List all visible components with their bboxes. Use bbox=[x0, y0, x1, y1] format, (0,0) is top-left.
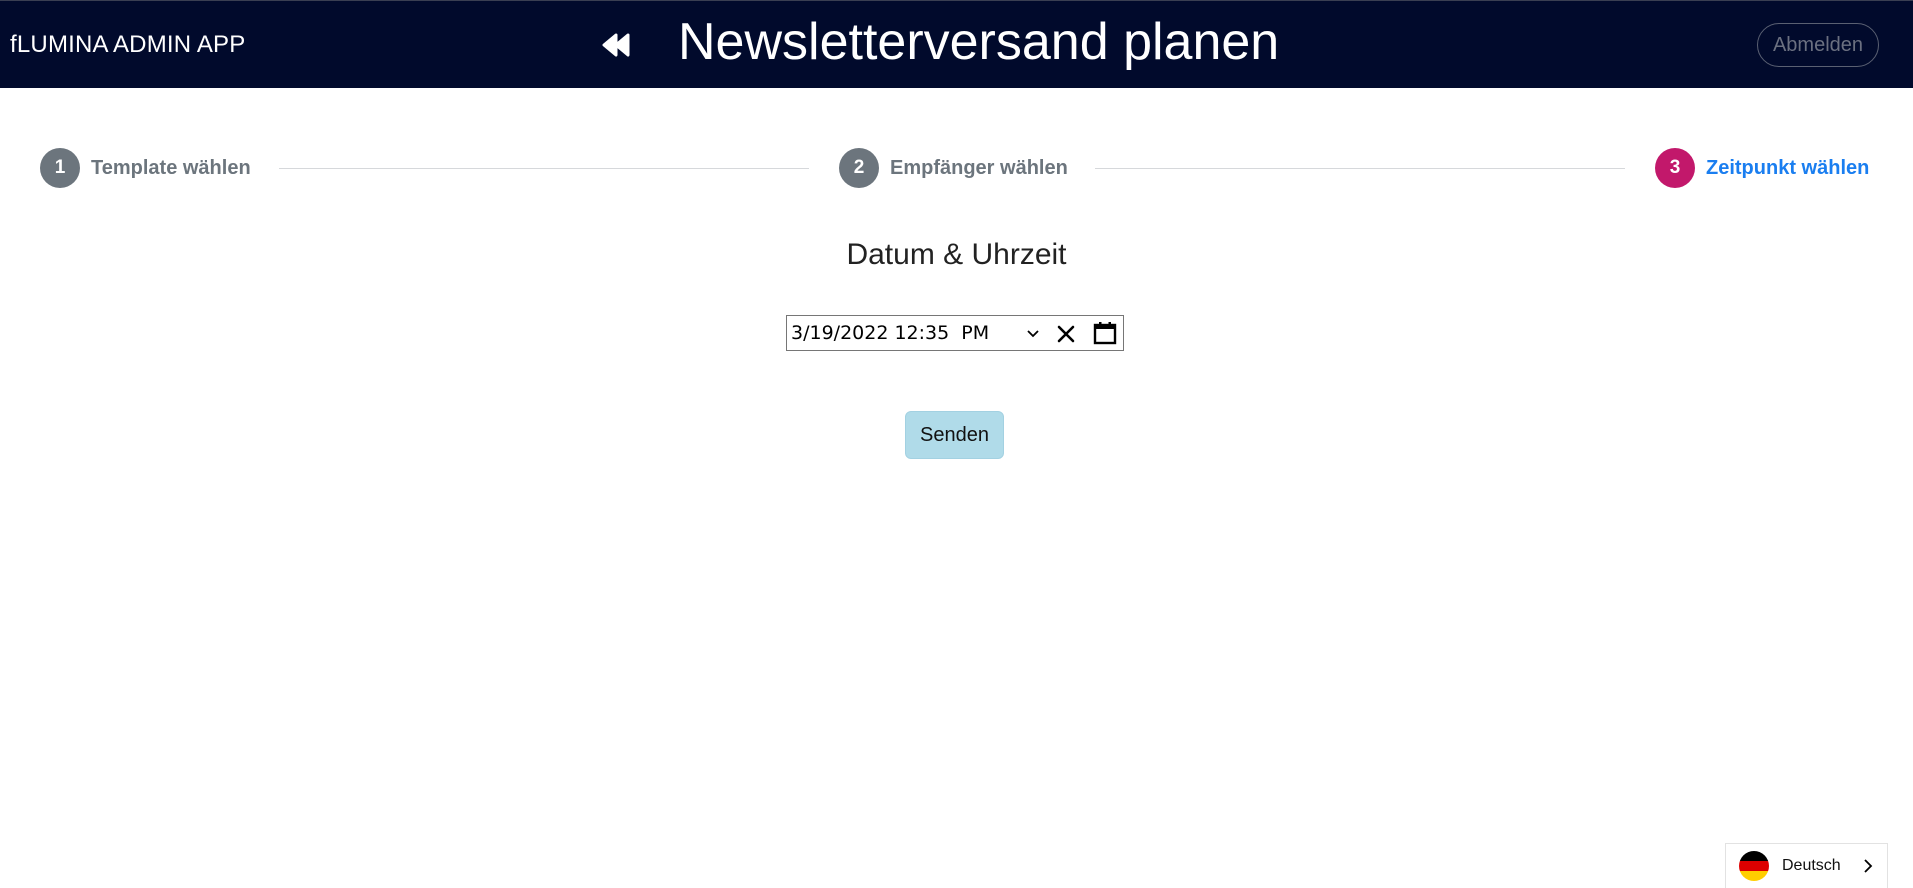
datetime-input[interactable]: 3/19/2022 12:35 PM bbox=[786, 315, 1124, 351]
calendar-icon[interactable] bbox=[1092, 320, 1118, 346]
language-switcher[interactable]: Deutsch bbox=[1725, 843, 1888, 888]
logout-button[interactable]: Abmelden bbox=[1757, 23, 1879, 67]
close-icon[interactable] bbox=[1055, 323, 1077, 345]
step-number: 1 bbox=[40, 148, 80, 188]
step-time[interactable]: 3 Zeitpunkt wählen bbox=[1655, 148, 1869, 188]
page-title: Newsletterversand planen bbox=[678, 13, 1280, 71]
datetime-value[interactable]: 3/19/2022 12:35 PM bbox=[791, 322, 989, 344]
step-number: 2 bbox=[839, 148, 879, 188]
chevron-down-icon[interactable] bbox=[1025, 325, 1041, 341]
step-recipients[interactable]: 2 Empfänger wählen bbox=[839, 148, 1068, 188]
language-label: Deutsch bbox=[1782, 857, 1841, 874]
step-connector bbox=[279, 168, 809, 169]
section-heading: Datum & Uhrzeit bbox=[846, 238, 1067, 271]
step-number: 3 bbox=[1655, 148, 1695, 188]
back-button[interactable] bbox=[598, 27, 634, 63]
german-flag-icon bbox=[1739, 851, 1769, 881]
step-label: Empfänger wählen bbox=[890, 156, 1068, 179]
top-navbar: fLUMINA ADMIN APP Newsletterversand plan… bbox=[0, 0, 1913, 88]
step-connector bbox=[1095, 168, 1625, 169]
step-template[interactable]: 1 Template wählen bbox=[40, 148, 251, 188]
app-title: fLUMINA ADMIN APP bbox=[10, 31, 246, 58]
send-button[interactable]: Senden bbox=[905, 411, 1004, 459]
double-chevron-left-icon bbox=[602, 33, 630, 57]
wizard-stepper: 1 Template wählen 2 Empfänger wählen 3 Z… bbox=[0, 148, 1913, 192]
step-label: Template wählen bbox=[91, 156, 251, 179]
chevron-right-icon bbox=[1864, 859, 1873, 873]
step-label: Zeitpunkt wählen bbox=[1706, 156, 1870, 179]
